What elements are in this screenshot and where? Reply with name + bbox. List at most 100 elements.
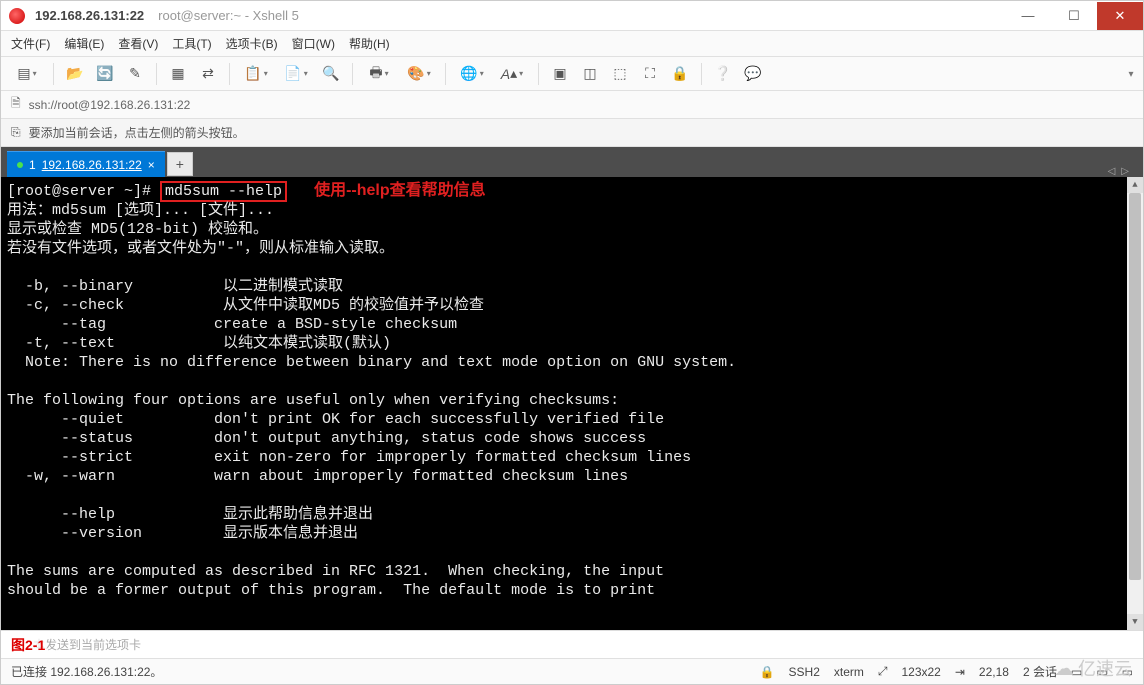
- menubar: 文件(F) 编辑(E) 查看(V) 工具(T) 选项卡(B) 窗口(W) 帮助(…: [1, 31, 1143, 57]
- fullscreen-button[interactable]: ⛶: [637, 61, 663, 87]
- size-icon: ⤢: [878, 664, 888, 679]
- status-protocol: SSH2: [789, 665, 820, 679]
- tab-index: 1: [29, 158, 36, 172]
- terminal-line: -b, --binary 以二进制模式读取: [7, 278, 343, 295]
- terminal-line: should be a former output of this progra…: [7, 582, 655, 599]
- lock-button[interactable]: 🔒: [667, 61, 693, 87]
- menu-view[interactable]: 查看(V): [118, 35, 158, 52]
- reconnect-button[interactable]: 🔄: [92, 61, 118, 87]
- terminal-line: --quiet don't print OK for each successf…: [7, 411, 664, 428]
- color-scheme-button[interactable]: 🎨: [401, 61, 437, 87]
- disconnect-button[interactable]: ✎: [122, 61, 148, 87]
- tab-label: 192.168.26.131:22: [42, 158, 142, 172]
- status-cursor: 22,18: [979, 665, 1009, 679]
- titlebar-app-title: root@server:~ - Xshell 5: [158, 8, 299, 23]
- terminal[interactable]: [root@server ~]# md5sum --help 使用--help查…: [1, 177, 1143, 630]
- page-icon: 🗎: [11, 94, 21, 115]
- copy-button[interactable]: 📋: [238, 61, 274, 87]
- find-button[interactable]: 🔍: [318, 61, 344, 87]
- app-icon: [9, 8, 25, 24]
- cursor-icon: ⇥: [955, 665, 965, 679]
- terminal-line: 显示或检查 MD5(128-bit) 校验和。: [7, 221, 268, 238]
- terminal-line: The following four options are useful on…: [7, 392, 619, 409]
- maximize-button[interactable]: ☐: [1051, 2, 1097, 30]
- font-button[interactable]: A▴: [494, 61, 530, 87]
- transfer-button[interactable]: ⇄: [195, 61, 221, 87]
- toolbar-separator: [156, 63, 157, 85]
- close-button[interactable]: ✕: [1097, 2, 1143, 30]
- toolbar-separator: [352, 63, 353, 85]
- toolbar: ▤ 📂 🔄 ✎ ▦ ⇄ 📋 📄 🔍 🖶 🎨 🌐 A▴ ▣ ◫ ⬚ ⛶ 🔒 ❔ 💬…: [1, 57, 1143, 91]
- terminal-line: 用法：md5sum [选项]... [文件]...: [7, 202, 274, 219]
- terminal-line: --strict exit non-zero for improperly fo…: [7, 449, 691, 466]
- status-size: 123x22: [901, 665, 940, 679]
- figure-label: 图2-1: [9, 635, 47, 655]
- terminal-line: --status don't output anything, status c…: [7, 430, 646, 447]
- terminal-line: -w, --warn warn about improperly formatt…: [7, 468, 628, 485]
- send-bar-hint[interactable]: 本发送到当前选项卡: [33, 636, 141, 653]
- menu-tools[interactable]: 工具(T): [172, 35, 211, 52]
- tab-next-icon[interactable]: ▷: [1121, 166, 1129, 177]
- titlebar-host: 192.168.26.131:22: [35, 8, 144, 23]
- menu-tabs[interactable]: 选项卡(B): [226, 35, 278, 52]
- status-scroll-icon: ▭: [1122, 665, 1133, 679]
- print-button[interactable]: 🖶: [361, 61, 397, 87]
- encoding-button[interactable]: 🌐: [454, 61, 490, 87]
- terminal-line: --help 显示此帮助信息并退出: [7, 506, 373, 523]
- terminal-line: -c, --check 从文件中读取MD5 的校验值并予以检查: [7, 297, 484, 314]
- toolbar-overflow-icon[interactable]: ▾: [1123, 57, 1139, 91]
- split-horizontal-button[interactable]: ◫: [577, 61, 603, 87]
- terminal-line: --version 显示版本信息并退出: [7, 525, 358, 542]
- terminal-line: The sums are computed as described in RF…: [7, 563, 664, 580]
- add-session-hint-icon[interactable]: ⎘: [11, 125, 21, 140]
- scrollbar-down-icon[interactable]: ▼: [1127, 614, 1143, 630]
- address-url[interactable]: ssh://root@192.168.26.131:22: [29, 98, 191, 112]
- scrollbar-track[interactable]: [1127, 193, 1143, 614]
- menu-window[interactable]: 窗口(W): [292, 35, 335, 52]
- open-button[interactable]: 📂: [62, 61, 88, 87]
- lock-icon: 🔒: [760, 665, 775, 679]
- properties-button[interactable]: ▦: [165, 61, 191, 87]
- titlebar: 192.168.26.131:22 root@server:~ - Xshell…: [1, 1, 1143, 31]
- toolbar-separator: [538, 63, 539, 85]
- menu-file[interactable]: 文件(F): [11, 35, 50, 52]
- tab-close-icon[interactable]: ×: [148, 158, 155, 172]
- terminal-line: --tag create a BSD-style checksum: [7, 316, 457, 333]
- menu-edit[interactable]: 编辑(E): [64, 35, 104, 52]
- terminal-scrollbar[interactable]: ▲ ▼: [1127, 177, 1143, 630]
- tab-strip: 1 192.168.26.131:22 × + ◁ ▷: [1, 147, 1143, 177]
- toolbar-separator: [701, 63, 702, 85]
- chat-button[interactable]: 💬: [740, 61, 766, 87]
- script-button[interactable]: ▣: [547, 61, 573, 87]
- scrollbar-thumb[interactable]: [1129, 193, 1141, 580]
- tab-status-dot-icon: [17, 162, 23, 168]
- window-controls: — ☐ ✕: [1005, 2, 1143, 30]
- status-num-icon: ▭: [1096, 665, 1107, 679]
- status-connected: 已连接 192.168.26.131:22。: [11, 663, 162, 680]
- terminal-line: 若没有文件选项，或者文件处为"-"，则从标准输入读取。: [7, 240, 394, 257]
- new-session-button[interactable]: ▤: [9, 61, 45, 87]
- toolbar-separator: [53, 63, 54, 85]
- terminal-line: Note: There is no difference between bin…: [7, 354, 736, 371]
- status-term-type: xterm: [834, 665, 864, 679]
- session-tab[interactable]: 1 192.168.26.131:22 ×: [7, 151, 165, 177]
- help-button[interactable]: ❔: [710, 61, 736, 87]
- split-vertical-button[interactable]: ⬚: [607, 61, 633, 87]
- scrollbar-up-icon[interactable]: ▲: [1127, 177, 1143, 193]
- terminal-command-highlight: md5sum --help: [160, 181, 287, 202]
- new-tab-button[interactable]: +: [167, 152, 193, 176]
- paste-button[interactable]: 📄: [278, 61, 314, 87]
- terminal-line: -t, --text 以纯文本模式读取(默认): [7, 335, 391, 352]
- terminal-prompt: [root@server ~]#: [7, 183, 160, 200]
- menu-help[interactable]: 帮助(H): [349, 35, 390, 52]
- address-bar: 🗎 ssh://root@192.168.26.131:22: [1, 91, 1143, 119]
- watermark: ☁ 亿速云: [1054, 655, 1132, 681]
- minimize-button[interactable]: —: [1005, 2, 1051, 30]
- send-bar: 图2-1 本发送到当前选项卡: [1, 630, 1143, 658]
- hint-bar: ⎘ 要添加当前会话，点击左侧的箭头按钮。: [1, 119, 1143, 147]
- toolbar-separator: [229, 63, 230, 85]
- terminal-annotation: 使用--help查看帮助信息: [314, 182, 486, 199]
- hint-text: 要添加当前会话，点击左侧的箭头按钮。: [29, 124, 245, 141]
- status-cap-icon: ▭: [1071, 665, 1082, 679]
- tab-prev-icon[interactable]: ◁: [1108, 166, 1116, 177]
